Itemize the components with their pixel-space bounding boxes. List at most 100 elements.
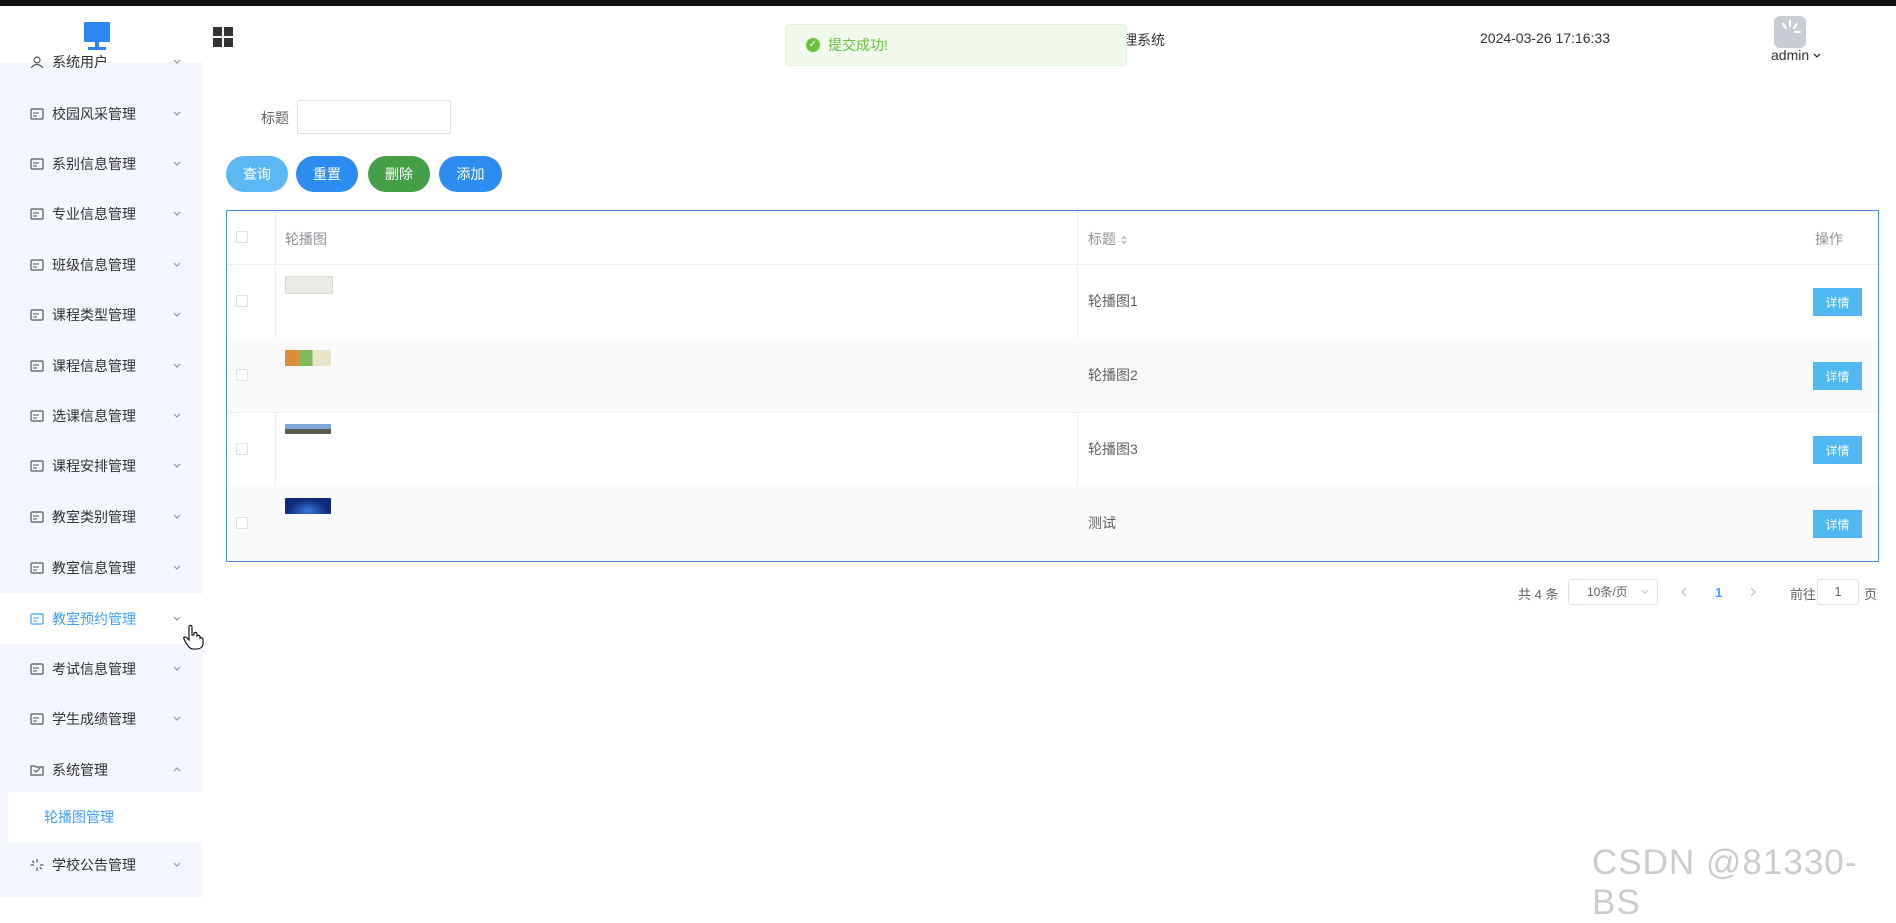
success-toast: ✓ 提交成功! [785, 24, 1127, 66]
page-size-select[interactable]: 10条/页 [1568, 579, 1658, 605]
chevron-down-icon [173, 312, 181, 317]
reset-button[interactable]: 重置 [296, 156, 358, 192]
goto-label: 前往 [1790, 587, 1817, 602]
user-menu[interactable]: admin [1771, 47, 1821, 63]
chevron-down-icon [173, 463, 181, 468]
table-row: 轮播图3 详情 [227, 412, 1878, 487]
sidebar-item-exam-info[interactable]: 考试信息管理 [0, 644, 202, 694]
table-row: 轮播图2 详情 [227, 338, 1878, 413]
sidebar-item-label: 教室信息管理 [52, 560, 136, 576]
sidebar-item-label: 选课信息管理 [52, 408, 136, 424]
loading-icon [30, 859, 44, 871]
prev-page-button[interactable] [1680, 585, 1688, 611]
sidebar-item-student-grades[interactable]: 学生成绩管理 [0, 694, 202, 744]
sort-icon[interactable] [1120, 234, 1128, 246]
sidebar-item-course-type[interactable]: 课程类型管理 [0, 290, 202, 340]
chevron-down-icon [1813, 53, 1821, 58]
chevron-down-icon [173, 514, 181, 519]
sidebar-item-classroom-booking[interactable]: 教室预约管理 [0, 594, 202, 644]
column-header-title[interactable]: 标题 [1088, 229, 1128, 249]
hand-cursor-icon [183, 624, 204, 650]
row-checkbox[interactable] [236, 517, 248, 529]
sidebar-item-system-management[interactable]: 系统管理 [0, 745, 202, 795]
select-all-checkbox[interactable] [236, 231, 248, 243]
sidebar-item-classroom-type[interactable]: 教室类别管理 [0, 492, 202, 542]
carousel-thumbnail [285, 350, 331, 366]
card-icon [30, 613, 44, 625]
sidebar-item-major[interactable]: 专业信息管理 [0, 189, 202, 239]
add-button[interactable]: 添加 [439, 156, 502, 192]
system-title: 理系统 [1123, 32, 1165, 48]
title-filter-input[interactable] [297, 100, 451, 134]
sidebar-item-label: 系别信息管理 [52, 156, 136, 172]
chevron-up-icon [173, 767, 181, 772]
card-icon [30, 208, 44, 220]
sidebar-item-label: 专业信息管理 [52, 206, 136, 222]
submenu-item-carousel[interactable]: 轮播图管理 [8, 792, 202, 842]
detail-button[interactable]: 详情 [1813, 362, 1862, 390]
chevron-down-icon [173, 262, 181, 267]
sidebar-item-course-info[interactable]: 课程信息管理 [0, 341, 202, 391]
card-icon [30, 158, 44, 170]
card-icon [30, 713, 44, 725]
carousel-thumbnail [285, 276, 333, 294]
carousel-table: 轮播图 标题 操作 轮播图1 详情 轮播图2 详情 轮播图3 详情 测试 详情 [226, 210, 1879, 562]
sidebar-item-system-users[interactable]: 系统用户 [0, 37, 202, 87]
chevron-down-icon [173, 161, 181, 166]
chevron-down-icon [173, 211, 181, 216]
row-checkbox[interactable] [236, 369, 248, 381]
sidebar-item-label: 考试信息管理 [52, 661, 136, 677]
row-checkbox[interactable] [236, 443, 248, 455]
chevron-down-icon [173, 59, 181, 64]
table-row: 轮播图1 详情 [227, 264, 1878, 339]
username: admin [1771, 47, 1810, 63]
grid-icon[interactable] [212, 26, 234, 48]
card-icon [30, 663, 44, 675]
chevron-down-icon [1641, 589, 1649, 594]
sidebar-item-label: 学校公告管理 [52, 857, 136, 873]
sidebar-item-campus-style[interactable]: 校园风采管理 [0, 89, 202, 139]
table-header: 轮播图 标题 操作 [227, 211, 1878, 265]
sidebar-item-label: 课程安排管理 [52, 458, 136, 474]
row-checkbox[interactable] [236, 295, 248, 307]
sidebar-item-label: 学生成绩管理 [52, 711, 136, 727]
sidebar: 系统用户 校园风采管理 系别信息管理 专业信息管理 班级信息管理 课程类型管理 … [0, 54, 202, 897]
check-circle-icon: ✓ [806, 38, 820, 52]
submenu-item-label: 轮播图管理 [44, 809, 114, 825]
row-title: 轮播图2 [1088, 367, 1138, 383]
page-size-value: 10条/页 [1587, 585, 1628, 599]
sidebar-item-label: 课程类型管理 [52, 307, 136, 323]
table-row: 测试 详情 [227, 486, 1878, 560]
card-icon [30, 410, 44, 422]
column-header-image: 轮播图 [285, 231, 327, 247]
carousel-thumbnail [285, 498, 331, 514]
sidebar-item-course-schedule[interactable]: 课程安排管理 [0, 441, 202, 491]
goto-unit-label: 页 [1864, 587, 1878, 602]
page-number-current[interactable]: 1 [1715, 585, 1722, 611]
toast-message: 提交成功! [828, 37, 888, 53]
sidebar-item-label: 系统管理 [52, 762, 108, 778]
card-icon [30, 562, 44, 574]
chevron-right-icon [1750, 587, 1756, 597]
avatar[interactable] [1774, 16, 1806, 48]
chevron-down-icon [173, 862, 181, 867]
row-title: 轮播图3 [1088, 441, 1138, 457]
sidebar-item-class[interactable]: 班级信息管理 [0, 240, 202, 290]
query-button[interactable]: 查询 [226, 156, 288, 192]
sidebar-item-label: 教室类别管理 [52, 509, 136, 525]
sidebar-item-department[interactable]: 系别信息管理 [0, 139, 202, 189]
user-icon [30, 56, 44, 68]
sidebar-item-course-selection[interactable]: 选课信息管理 [0, 391, 202, 441]
detail-button[interactable]: 详情 [1813, 288, 1862, 316]
detail-button[interactable]: 详情 [1813, 436, 1862, 464]
sidebar-item-label: 教室预约管理 [52, 611, 136, 627]
sidebar-item-classroom-info[interactable]: 教室信息管理 [0, 543, 202, 593]
goto-page-input[interactable]: 1 [1817, 579, 1859, 605]
card-icon [30, 108, 44, 120]
next-page-button[interactable] [1749, 585, 1757, 611]
sidebar-item-school-notice[interactable]: 学校公告管理 [0, 840, 202, 890]
chevron-down-icon [173, 616, 181, 621]
delete-button[interactable]: 删除 [368, 156, 430, 192]
chevron-down-icon [173, 111, 181, 116]
detail-button[interactable]: 详情 [1813, 510, 1862, 538]
